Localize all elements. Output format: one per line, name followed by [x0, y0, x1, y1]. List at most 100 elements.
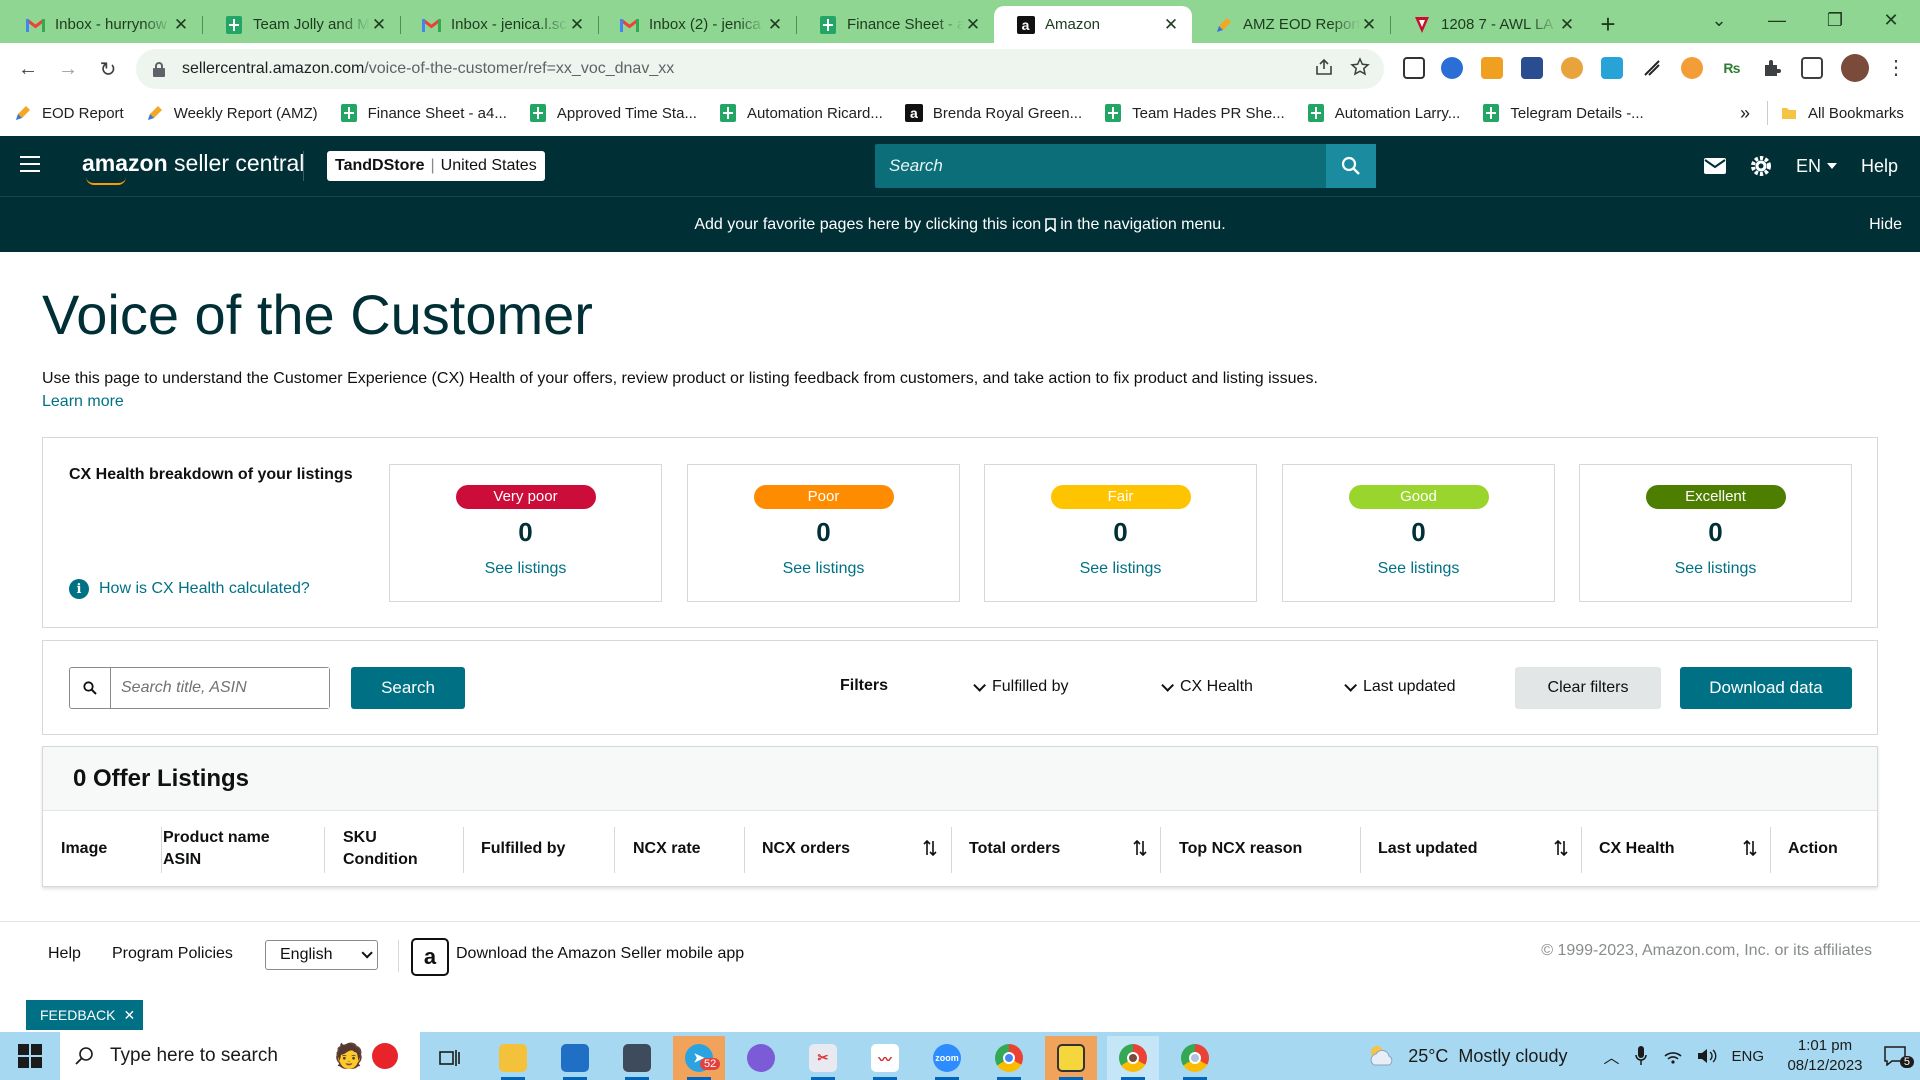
bookmark-item[interactable]: Automation Larry... — [1307, 104, 1460, 122]
bookmark-item[interactable]: Team Hades PR She... — [1104, 104, 1285, 122]
download-data-button[interactable]: Download data — [1680, 667, 1852, 709]
browser-tab[interactable]: Inbox (2) - jenica ✕ — [598, 6, 796, 43]
bookmark-item[interactable]: Approved Time Sta... — [529, 104, 697, 122]
program-policies-link[interactable]: Program Policies — [112, 945, 233, 963]
sort-icon[interactable] — [1133, 839, 1147, 857]
tab-search-icon[interactable]: ⌄ — [1690, 0, 1748, 40]
cursor-extension-icon[interactable] — [1641, 57, 1663, 79]
column-header-ncx-orders[interactable]: NCX orders — [762, 811, 850, 887]
browser-tab[interactable]: Finance Sheet - a ✕ — [796, 6, 994, 43]
weather-icon[interactable] — [1366, 1043, 1398, 1069]
browser-tab-active[interactable]: a Amazon ✕ — [994, 6, 1192, 43]
clock[interactable]: 1:01 pm 08/12/2023 — [1780, 1036, 1870, 1076]
microphone-icon[interactable] — [1635, 1046, 1648, 1066]
fulfilled-by-dropdown[interactable]: Fulfilled by — [973, 678, 1068, 696]
column-header-total-orders[interactable]: Total orders — [969, 811, 1060, 887]
help-link[interactable]: Help — [1861, 156, 1898, 177]
chevron-up-icon[interactable]: ︿ — [1603, 1044, 1619, 1068]
weather-desc[interactable]: Mostly cloudy — [1458, 1046, 1567, 1067]
cx-health-dropdown[interactable]: CX Health — [1161, 678, 1253, 696]
chrome-profile-icon[interactable] — [1107, 1036, 1159, 1080]
learn-more-link[interactable]: Learn more — [42, 393, 124, 411]
sort-icon[interactable] — [1554, 839, 1568, 857]
side-panel-icon[interactable] — [1801, 57, 1823, 79]
close-icon[interactable]: ✕ — [766, 15, 784, 34]
store-selector[interactable]: TandDStore | United States — [327, 151, 545, 181]
clear-filters-button[interactable]: Clear filters — [1515, 667, 1661, 709]
bookmark-item[interactable]: Weekly Report (AMZ) — [146, 104, 318, 122]
zoom-icon[interactable]: zoom — [921, 1036, 973, 1080]
chrome-profile-icon[interactable] — [1169, 1036, 1221, 1080]
input-language[interactable]: ENG — [1731, 1048, 1764, 1065]
search-button[interactable] — [1326, 144, 1376, 188]
copilot-icon[interactable] — [735, 1036, 787, 1080]
column-header-last-updated[interactable]: Last updated — [1378, 811, 1478, 887]
fba-extension-icon[interactable] — [1601, 57, 1623, 79]
header-search-input[interactable] — [875, 144, 1326, 188]
mail-icon[interactable] — [549, 1036, 601, 1080]
close-icon[interactable]: ✕ — [1360, 15, 1378, 34]
bookmark-item[interactable]: Automation Ricard... — [719, 104, 883, 122]
listing-search-input[interactable] — [111, 668, 329, 708]
see-listings-link[interactable]: See listings — [985, 560, 1256, 578]
close-icon[interactable]: ✕ — [964, 15, 982, 34]
browser-tab[interactable]: AMZ EOD Report ✕ — [1192, 6, 1390, 43]
download-app-link[interactable]: Download the Amazon Seller mobile app — [456, 945, 744, 963]
puzzle-icon[interactable] — [1761, 57, 1783, 79]
see-listings-link[interactable]: See listings — [1580, 560, 1851, 578]
footer-help-link[interactable]: Help — [48, 945, 81, 963]
file-explorer-icon[interactable] — [487, 1036, 539, 1080]
reload-icon[interactable]: ↻ — [88, 49, 128, 89]
footer-language-select[interactable]: English — [265, 940, 378, 970]
volume-icon[interactable] — [1697, 1048, 1717, 1064]
js-extension-icon[interactable] — [1481, 57, 1503, 79]
notification-center-icon[interactable]: 5 — [1870, 1046, 1920, 1068]
calculator-icon[interactable] — [611, 1036, 663, 1080]
wifi-icon[interactable] — [1663, 1048, 1683, 1064]
browser-tab[interactable]: Inbox - hurrynow ✕ — [4, 6, 202, 43]
gear-icon[interactable] — [1750, 155, 1772, 177]
close-icon[interactable]: ✕ — [370, 15, 388, 34]
ok-extension-icon[interactable] — [1521, 57, 1543, 79]
audio-app-icon[interactable]: 〰 — [859, 1036, 911, 1080]
close-icon[interactable]: ✕ — [172, 15, 190, 34]
snipping-tool-icon[interactable]: ✂ — [797, 1036, 849, 1080]
feedback-button[interactable]: FEEDBACK ✕ — [26, 1000, 144, 1030]
see-listings-link[interactable]: See listings — [1283, 560, 1554, 578]
rs-extension-icon[interactable]: ₨ — [1721, 57, 1743, 79]
see-listings-link[interactable]: See listings — [390, 560, 661, 578]
close-icon[interactable]: ✕ — [1162, 15, 1180, 34]
hide-banner-link[interactable]: Hide — [1869, 216, 1902, 234]
weather-temp[interactable]: 25°C — [1408, 1046, 1448, 1067]
extension-icon[interactable] — [1681, 57, 1703, 79]
windows-start-icon[interactable] — [18, 1044, 42, 1068]
amazon-app-icon[interactable]: a — [411, 938, 449, 976]
bookmarks-overflow-icon[interactable]: » — [1740, 103, 1750, 124]
sticky-notes-icon[interactable] — [1045, 1036, 1097, 1080]
extension-icon[interactable] — [1561, 57, 1583, 79]
close-icon[interactable]: ✕ — [123, 1007, 135, 1024]
bookmark-item[interactable]: Telegram Details -... — [1482, 104, 1644, 122]
sort-icon[interactable] — [923, 839, 937, 857]
back-icon[interactable]: ← — [8, 49, 48, 89]
see-listings-link[interactable]: See listings — [688, 560, 959, 578]
bookmark-item[interactable]: Finance Sheet - a4... — [340, 104, 507, 122]
star-icon[interactable] — [1350, 57, 1370, 77]
bookmark-item[interactable]: a Brenda Royal Green... — [904, 104, 1082, 122]
share-icon[interactable] — [1314, 57, 1334, 77]
browser-tab[interactable]: 1208 7 - AWL LA ✕ — [1390, 6, 1588, 43]
restore-icon[interactable]: ❐ — [1806, 0, 1864, 40]
close-window-icon[interactable]: ✕ — [1862, 0, 1920, 40]
browser-tab[interactable]: Team Jolly and M ✕ — [202, 6, 400, 43]
taskbar-search[interactable]: Type here to search 🧑 — [60, 1032, 420, 1080]
forward-icon[interactable]: → — [48, 49, 88, 89]
column-header-cx-health[interactable]: CX Health — [1599, 811, 1675, 887]
more-menu-icon[interactable]: ⋮ — [1885, 57, 1907, 79]
extension-icon[interactable] — [1441, 57, 1463, 79]
seller-central-logo[interactable]: amazon seller central — [82, 150, 304, 185]
menu-icon[interactable] — [20, 156, 40, 177]
mail-icon[interactable] — [1703, 158, 1726, 174]
address-bar[interactable]: sellercentral.amazon.com/voice-of-the-cu… — [136, 49, 1384, 89]
browser-tab[interactable]: Inbox - jenica.l.sc ✕ — [400, 6, 598, 43]
avatar[interactable] — [1841, 54, 1869, 82]
